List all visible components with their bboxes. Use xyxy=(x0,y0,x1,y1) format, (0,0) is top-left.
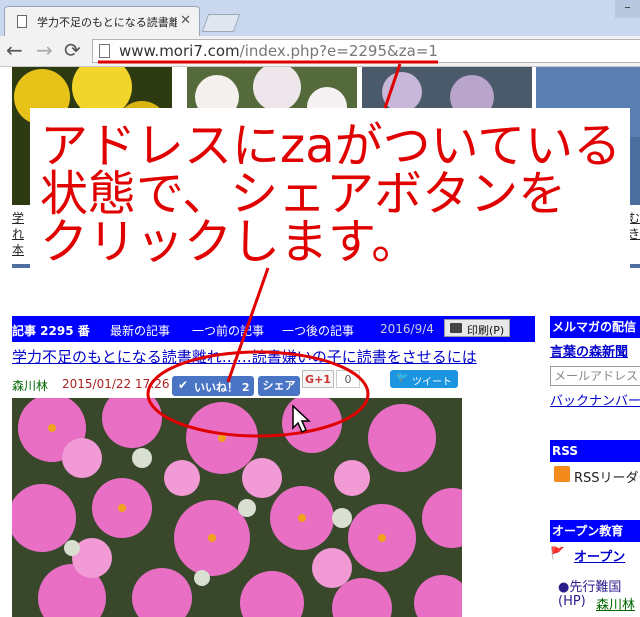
url-path: /index.php?e=2295&za=1 xyxy=(239,42,438,60)
next-article-link[interactable]: 一つ後の記事 xyxy=(282,322,354,339)
backnumber-link[interactable]: バックナンバー xyxy=(550,390,640,409)
browser-toolbar: ← → ⟳ www.mori7.com/index.php?e=2295&za=… xyxy=(0,36,640,67)
tweet-button[interactable]: 🐦 ツイート xyxy=(390,370,458,388)
annotation-line-1: アドレスにzaがついている xyxy=(40,118,622,174)
email-field[interactable]: メールアドレス xyxy=(550,366,640,386)
reload-icon[interactable]: ⟳ xyxy=(64,38,81,62)
page-icon xyxy=(99,44,110,58)
browser-tab[interactable]: 学力不足のもとになる読書離 ✕ xyxy=(4,6,200,36)
tab-bar: 学力不足のもとになる読書離 ✕ – xyxy=(0,0,640,36)
bar-date: 2016/9/4 xyxy=(380,322,434,336)
article-title[interactable]: 学力不足のもとになる読書離れ……読書嫌いの子に読書をさせるには xyxy=(12,346,477,367)
printer-icon xyxy=(450,323,462,333)
latest-article-link[interactable]: 最新の記事 xyxy=(110,322,170,339)
hp-link[interactable]: 森川林 xyxy=(596,594,635,613)
open-link[interactable]: オープン xyxy=(574,546,625,565)
hp-text: (HP) xyxy=(558,594,586,609)
check-icon: ✔ xyxy=(178,378,189,392)
address-bar[interactable]: www.mori7.com/index.php?e=2295&za=1 xyxy=(92,39,640,63)
facebook-like-button[interactable]: ✔ いいね！ 2 xyxy=(172,376,254,396)
annotation-callout: アドレスにzaがついている 状態で、シェアボタンを クリックします。 xyxy=(30,108,630,268)
url-host: www.mori7.com xyxy=(119,42,240,60)
print-label: 印刷(P) xyxy=(467,324,505,337)
tab-title: 学力不足のもとになる読書離 xyxy=(37,16,177,29)
close-icon[interactable]: ✕ xyxy=(180,13,191,28)
forward-icon[interactable]: → xyxy=(36,38,53,62)
address-url: www.mori7.com/index.php?e=2295&za=1 xyxy=(119,42,438,60)
back-icon[interactable]: ← xyxy=(6,38,23,62)
author[interactable]: 森川林 xyxy=(12,377,48,394)
print-button[interactable]: 印刷(P) xyxy=(444,319,510,337)
senko-text: ●先行難国 xyxy=(558,580,622,595)
article-number: 記事 2295 番 xyxy=(12,324,90,338)
rss-icon xyxy=(554,466,570,482)
sidebar-heading-open: オープン教育 xyxy=(550,520,640,542)
tweet-label: ツイート xyxy=(412,377,452,388)
mouse-cursor-icon xyxy=(292,404,311,434)
sidebar-heading-rss: RSS xyxy=(550,440,640,462)
new-tab-button[interactable] xyxy=(201,14,241,32)
previous-article-link[interactable]: 一つ前の記事 xyxy=(192,322,264,339)
page-icon xyxy=(17,15,27,28)
twitter-bird-icon: 🐦 xyxy=(396,372,409,383)
thumbnail-caption[interactable]: れ xyxy=(12,225,24,242)
facebook-share-button[interactable]: シェア xyxy=(258,376,300,396)
article-nav-bar: 記事 2295 番 最新の記事 一つ前の記事 一つ後の記事 2016/9/4 印… xyxy=(12,316,535,342)
article-photo xyxy=(12,398,462,617)
minimize-button[interactable]: – xyxy=(615,0,640,18)
publish-date: 2015/01/22 17:26 xyxy=(62,377,170,391)
annotation-line-3: クリックします。 xyxy=(40,214,420,270)
rss-reader-link[interactable]: RSSリーダー xyxy=(574,467,640,486)
thumbnail-caption[interactable]: 本 xyxy=(12,241,24,258)
like-label: いいね！ 2 xyxy=(194,381,250,394)
annotation-line-2: 状態で、シェアボタンを xyxy=(40,166,567,222)
sidebar-heading-mailmag: メルマガの配信 xyxy=(550,316,640,338)
google-plus-count: 0 xyxy=(336,370,360,388)
thumbnail-caption[interactable]: 学 xyxy=(12,209,24,226)
school-icon: 🚩 xyxy=(550,546,565,560)
mailmag-link[interactable]: 言葉の森新聞 xyxy=(550,341,628,360)
google-plus-button[interactable]: G+1 xyxy=(302,370,334,388)
